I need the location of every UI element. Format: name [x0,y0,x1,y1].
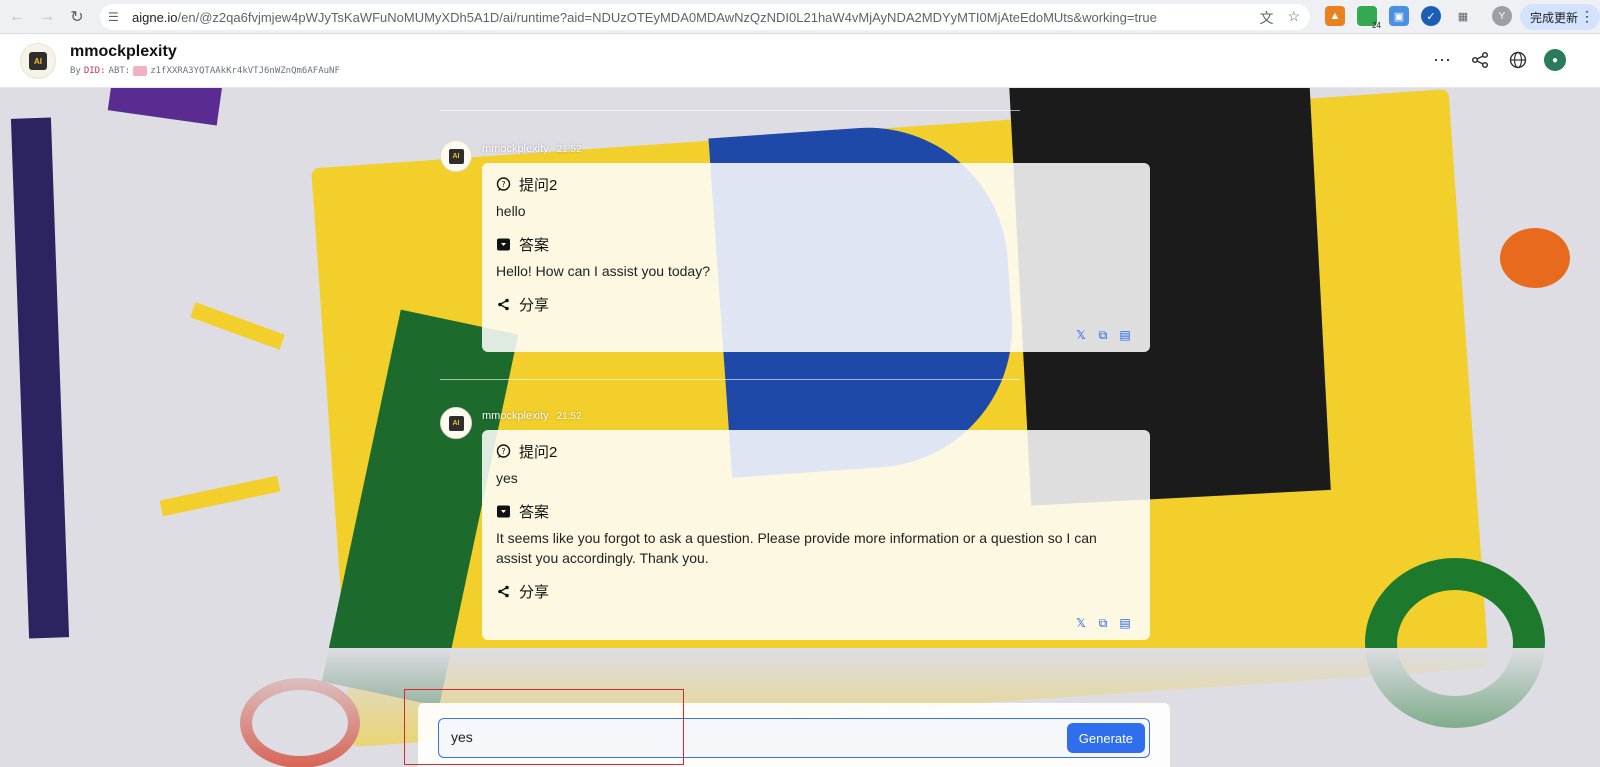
did-abt: ABT: [108,66,131,76]
orange-shape [1500,228,1570,288]
message-meta: mmockplexity 21:52 [482,143,582,155]
share-icon [496,584,511,599]
message-meta: mmockplexity 21:52 [482,410,582,422]
copy-icon[interactable]: ⧉ [1096,616,1110,630]
screen-extension-icon[interactable]: ▣ [1389,6,1409,26]
question-header: ? 提问2 [496,440,1136,462]
copy-icon[interactable]: ⧉ [1096,328,1110,342]
share-icon [496,297,511,312]
document-icon[interactable]: ▤ [1118,328,1132,342]
question-bubble-icon: ? [496,176,511,192]
extension-badge-count: 24 [1372,21,1381,30]
share-label: 分享 [519,583,550,601]
yellow-dash-shape-1 [190,302,285,350]
check-extension-icon[interactable]: ✓ [1421,6,1441,26]
answer-icon [496,237,511,252]
message-author: mmockplexity [482,143,549,155]
question-bubble-icon: ? [496,443,511,459]
bot-avatar: AI [440,407,472,439]
answer-label: 答案 [519,236,550,254]
question-text: hello [496,203,526,219]
message-divider [440,110,1020,111]
app-title: mmockplexity [70,43,177,60]
app-logo: AI [20,43,56,79]
message-divider [440,379,1020,380]
generate-button[interactable]: Generate [1066,723,1145,753]
puzzle-extensions-icon[interactable]: ▦ [1453,6,1473,26]
did-prefix: DID: [83,66,106,76]
globe-icon[interactable] [1506,48,1530,72]
update-button-label: 完成更新 [1530,10,1579,25]
more-horizontal-icon[interactable]: ⋯ [1430,48,1454,72]
chip-avatar-icon: AI [448,415,464,431]
answer-label: 答案 [519,503,550,521]
back-icon[interactable]: ← [4,4,30,30]
site-info-icon[interactable]: ☰ [108,10,126,24]
url-host: aigne.io [132,9,178,25]
question-text: yes [496,470,518,486]
forward-icon[interactable]: → [34,4,60,30]
metamask-extension-icon[interactable]: ▲ [1325,6,1345,26]
app-author: By DID: ABT: z1fXXRA3YQTAAkKr4kVTJ6nWZnQm… [70,66,340,76]
did-value[interactable]: z1fXXRA3YQTAAkKr4kVTJ6nWZnQm6AFAuNF [150,66,340,76]
user-avatar[interactable]: ● [1544,49,1566,71]
share-header[interactable]: 分享 [496,580,1136,602]
app-header: AI mmockplexity By DID: ABT: z1fXXRA3YQTA… [0,34,1600,88]
chip-avatar-icon: AI [448,148,464,164]
translate-icon[interactable]: 文 [1259,8,1273,28]
question-label: 提问2 [519,443,558,461]
answer-text: It seems like you forgot to ask a questi… [496,530,1097,566]
answer-header: 答案 [496,233,1136,255]
question-label: 提问2 [519,176,558,194]
document-icon[interactable]: ▤ [1118,616,1132,630]
browser-toolbar: ← → ↻ ☰ aigne.io/en/@z2qa6fvjmjew4pWJyTs… [0,0,1600,34]
url-text[interactable]: aigne.io/en/@z2qa6fvjmjew4pWJyTsKaWFuNoM… [132,10,1157,25]
reload-icon[interactable]: ↻ [64,4,90,30]
message-card: ? 提问2 hello 答案 Hello! How can I assist y… [482,163,1150,352]
message-author: mmockplexity [482,410,549,422]
more-vert-icon[interactable]: ⋮ [1580,8,1594,25]
update-button[interactable]: 完成更新 ⋮ [1520,4,1600,30]
answer-icon [496,504,511,519]
author-avatar [133,66,148,76]
address-bar[interactable]: ☰ aigne.io/en/@z2qa6fvjmjew4pWJyTsKaWFuN… [100,4,1310,30]
share-icon[interactable] [1468,48,1492,72]
share-header[interactable]: 分享 [496,293,1136,315]
purple-shape [107,88,223,126]
bookmark-star-icon[interactable]: ☆ [1287,8,1300,28]
message-time: 21:52 [556,411,582,422]
svg-text:?: ? [501,447,505,456]
share-label: 分享 [519,296,550,314]
pencil-shape [10,117,70,639]
x-twitter-icon[interactable]: 𝕏 [1074,328,1088,342]
url-path: /en/@z2qa6fvjmjew4pWJyTsKaWFuNoMUMyXDh5A… [177,9,1157,25]
annotation-highlight-box [404,689,684,765]
x-twitter-icon[interactable]: 𝕏 [1074,616,1088,630]
chip-logo-icon: AI [29,52,47,70]
extension-badge-icon[interactable]: 24 [1357,6,1381,30]
answer-header: 答案 [496,500,1136,522]
profile-avatar[interactable]: Y [1492,6,1512,26]
answer-text: Hello! How can I assist you today? [496,263,710,279]
yellow-dash-shape-2 [159,475,281,517]
message-card: ? 提问2 yes 答案 It seems like you forgot to… [482,430,1150,640]
svg-text:?: ? [501,180,505,189]
question-header: ? 提问2 [496,173,1136,195]
message-time: 21:52 [556,144,582,155]
by-label: By [70,66,81,76]
bot-avatar: AI [440,140,472,172]
